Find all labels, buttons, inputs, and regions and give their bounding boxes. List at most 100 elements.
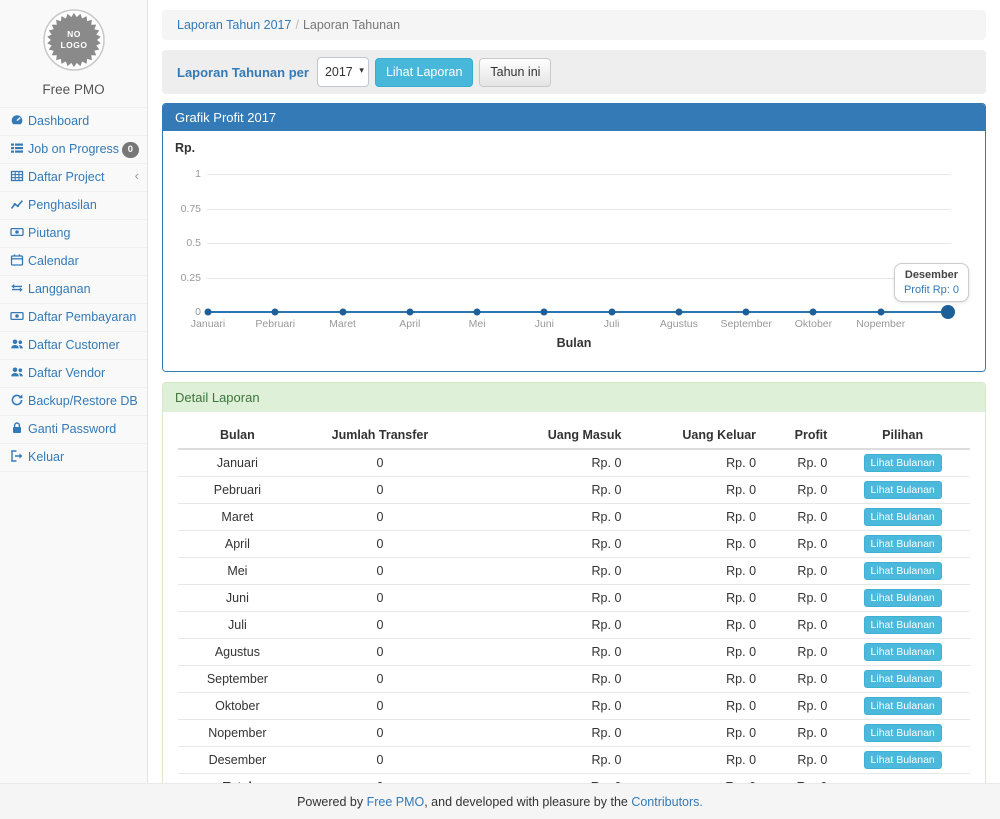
chart-point-september[interactable] <box>743 309 750 316</box>
lihat-bulanan-button[interactable]: Lihat Bulanan <box>864 643 942 661</box>
retweet-icon <box>10 281 28 298</box>
sidebar-link[interactable]: Ganti Password <box>0 416 147 443</box>
table-cell-action: Lihat Bulanan <box>835 531 970 558</box>
footer-contributors-link[interactable]: Contributors. <box>631 795 703 809</box>
sign-out-icon <box>10 449 28 466</box>
sidebar-link[interactable]: Langganan <box>0 276 147 303</box>
table-cell: Desember <box>178 747 297 774</box>
chart-line <box>343 311 410 313</box>
chart-point-agustus[interactable] <box>675 309 682 316</box>
lihat-bulanan-button[interactable]: Lihat Bulanan <box>864 589 942 607</box>
lihat-laporan-button[interactable]: Lihat Laporan <box>375 58 473 87</box>
sidebar-link[interactable]: Dashboard <box>0 108 147 135</box>
column-header: Pilihan <box>835 422 970 449</box>
lihat-bulanan-button[interactable]: Lihat Bulanan <box>864 751 942 769</box>
sidebar-item-label: Daftar Pembayaran <box>28 310 136 324</box>
table-cell: Januari <box>178 449 297 477</box>
table-cell: 0 <box>297 477 463 504</box>
table-cell: Rp. 0 <box>629 449 764 477</box>
lihat-bulanan-button[interactable]: Lihat Bulanan <box>864 616 942 634</box>
sidebar-link[interactable]: Job on Progress0 <box>0 136 147 163</box>
year-select[interactable]: 2017 <box>317 57 369 87</box>
detail-laporan-panel-title: Detail Laporan <box>163 383 985 412</box>
year-select-wrap: 2017 <box>317 57 369 87</box>
sidebar-item-label: Ganti Password <box>28 422 116 436</box>
sidebar-link[interactable]: Calendar <box>0 248 147 275</box>
x-tick-label: Nopember <box>841 318 921 330</box>
tahun-ini-button[interactable]: Tahun ini <box>479 58 551 87</box>
count-badge: 0 <box>122 142 139 158</box>
chart-point-pebruari[interactable] <box>272 309 279 316</box>
lihat-bulanan-button[interactable]: Lihat Bulanan <box>864 670 942 688</box>
sidebar-link[interactable]: Daftar Customer <box>0 332 147 359</box>
lihat-bulanan-button[interactable]: Lihat Bulanan <box>864 724 942 742</box>
sidebar-item-job-on-progress: Job on Progress0 <box>0 136 147 164</box>
sidebar-link[interactable]: Daftar Pembayaran <box>0 304 147 331</box>
table-cell: Rp. 0 <box>463 693 629 720</box>
sidebar-link[interactable]: Keluar <box>0 444 147 471</box>
chart-line <box>746 311 813 313</box>
table-cell: Rp. 0 <box>629 477 764 504</box>
logo-block: NO LOGO Free PMO <box>0 0 147 107</box>
table-cell: Rp. 0 <box>463 531 629 558</box>
breadcrumb-link-laporan-tahun[interactable]: Laporan Tahun 2017 <box>177 18 291 32</box>
chart-tooltip: Desember Profit Rp: 0 <box>894 263 969 302</box>
chart-point-mei[interactable] <box>474 309 481 316</box>
chart-point-nopember[interactable] <box>877 309 884 316</box>
table-header-row: BulanJumlah TransferUang MasukUang Kelua… <box>178 422 970 449</box>
table-cell: Pebruari <box>178 477 297 504</box>
table-cell: Rp. 0 <box>764 558 835 585</box>
breadcrumb-current: Laporan Tahunan <box>303 18 400 32</box>
table-cell: 0 <box>297 612 463 639</box>
table-row: Januari0Rp. 0Rp. 0Rp. 0Lihat Bulanan <box>178 449 970 477</box>
table-cell: Rp. 0 <box>764 639 835 666</box>
table-cell: Rp. 0 <box>629 585 764 612</box>
sidebar-item-label: Calendar <box>28 254 79 268</box>
chart-point-desember[interactable] <box>941 305 955 319</box>
lihat-bulanan-button[interactable]: Lihat Bulanan <box>864 562 942 580</box>
lihat-bulanan-button[interactable]: Lihat Bulanan <box>864 454 942 472</box>
sidebar-link[interactable]: Penghasilan <box>0 192 147 219</box>
table-row: Juni0Rp. 0Rp. 0Rp. 0Lihat Bulanan <box>178 585 970 612</box>
table-cell: Rp. 0 <box>463 612 629 639</box>
lihat-bulanan-button[interactable]: Lihat Bulanan <box>864 481 942 499</box>
laporan-table: BulanJumlah TransferUang MasukUang Kelua… <box>178 422 970 783</box>
chart-point-januari[interactable] <box>205 309 212 316</box>
lock-icon <box>10 421 28 438</box>
sidebar-item-daftar-project: Daftar Project‹ <box>0 164 147 192</box>
sidebar-item-label: Langganan <box>28 282 91 296</box>
profit-chart: Rp. 00.250.50.751 JanuariPebruariMaretAp… <box>163 131 985 371</box>
table-row: September0Rp. 0Rp. 0Rp. 0Lihat Bulanan <box>178 666 970 693</box>
list-icon <box>10 141 28 158</box>
footer-freepmo-link[interactable]: Free PMO <box>367 795 425 809</box>
profit-chart-panel: Grafik Profit 2017 Rp. 00.250.50.751 Jan… <box>162 103 986 372</box>
table-cell-action: Lihat Bulanan <box>835 449 970 477</box>
chart-line <box>208 311 275 313</box>
sidebar-item-label: Job on Progress <box>28 142 119 156</box>
sidebar-link[interactable]: Daftar Vendor <box>0 360 147 387</box>
lihat-bulanan-button[interactable]: Lihat Bulanan <box>864 508 942 526</box>
no-logo-badge-icon: NO LOGO <box>42 8 106 72</box>
lihat-bulanan-button[interactable]: Lihat Bulanan <box>864 697 942 715</box>
chart-point-maret[interactable] <box>339 309 346 316</box>
logo-text-line1: NO <box>67 29 81 39</box>
chart-point-april[interactable] <box>406 309 413 316</box>
chart-point-oktober[interactable] <box>810 309 817 316</box>
sidebar-link[interactable]: Backup/Restore DB <box>0 388 147 415</box>
table-cell: Rp. 0 <box>629 720 764 747</box>
column-header: Jumlah Transfer <box>297 422 463 449</box>
chart-point-juni[interactable] <box>541 309 548 316</box>
sidebar-link[interactable]: Daftar Project‹ <box>0 164 147 191</box>
chart-point-juli[interactable] <box>608 309 615 316</box>
logo-text-line2: LOGO <box>60 40 87 50</box>
table-cell: Nopember <box>178 720 297 747</box>
table-cell: Rp. 0 <box>764 477 835 504</box>
table-cell-action: Lihat Bulanan <box>835 585 970 612</box>
lihat-bulanan-button[interactable]: Lihat Bulanan <box>864 535 942 553</box>
chart-line <box>544 311 611 313</box>
sidebar-link[interactable]: Piutang <box>0 220 147 247</box>
sidebar-item-ganti-password: Ganti Password <box>0 416 147 444</box>
table-cell: Rp. 0 <box>764 693 835 720</box>
table-cell: 0 <box>297 504 463 531</box>
footer-part1: Powered by <box>297 795 366 809</box>
